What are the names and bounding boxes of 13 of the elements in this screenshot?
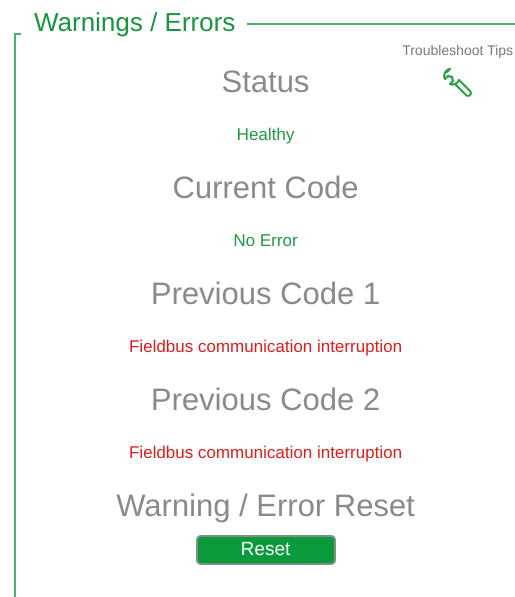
section-heading: Warning / Error Reset (116, 487, 415, 525)
wrench-icon[interactable] (440, 66, 475, 100)
status-value: Fieldbus communication interruption (128, 336, 402, 358)
reset-button[interactable]: Reset (196, 535, 336, 565)
status-value: Fieldbus communication interruption (128, 442, 402, 464)
status-value: Healthy (236, 124, 294, 146)
section-heading: Current Code (172, 169, 359, 207)
section-heading: Previous Code 2 (150, 381, 380, 419)
panel-title: Warnings / Errors (34, 7, 236, 38)
status-value: No Error (233, 230, 298, 252)
section-heading: Status (222, 63, 310, 101)
section-heading: Previous Code 1 (150, 275, 380, 313)
tips-label: Troubleshoot Tips (402, 42, 513, 58)
